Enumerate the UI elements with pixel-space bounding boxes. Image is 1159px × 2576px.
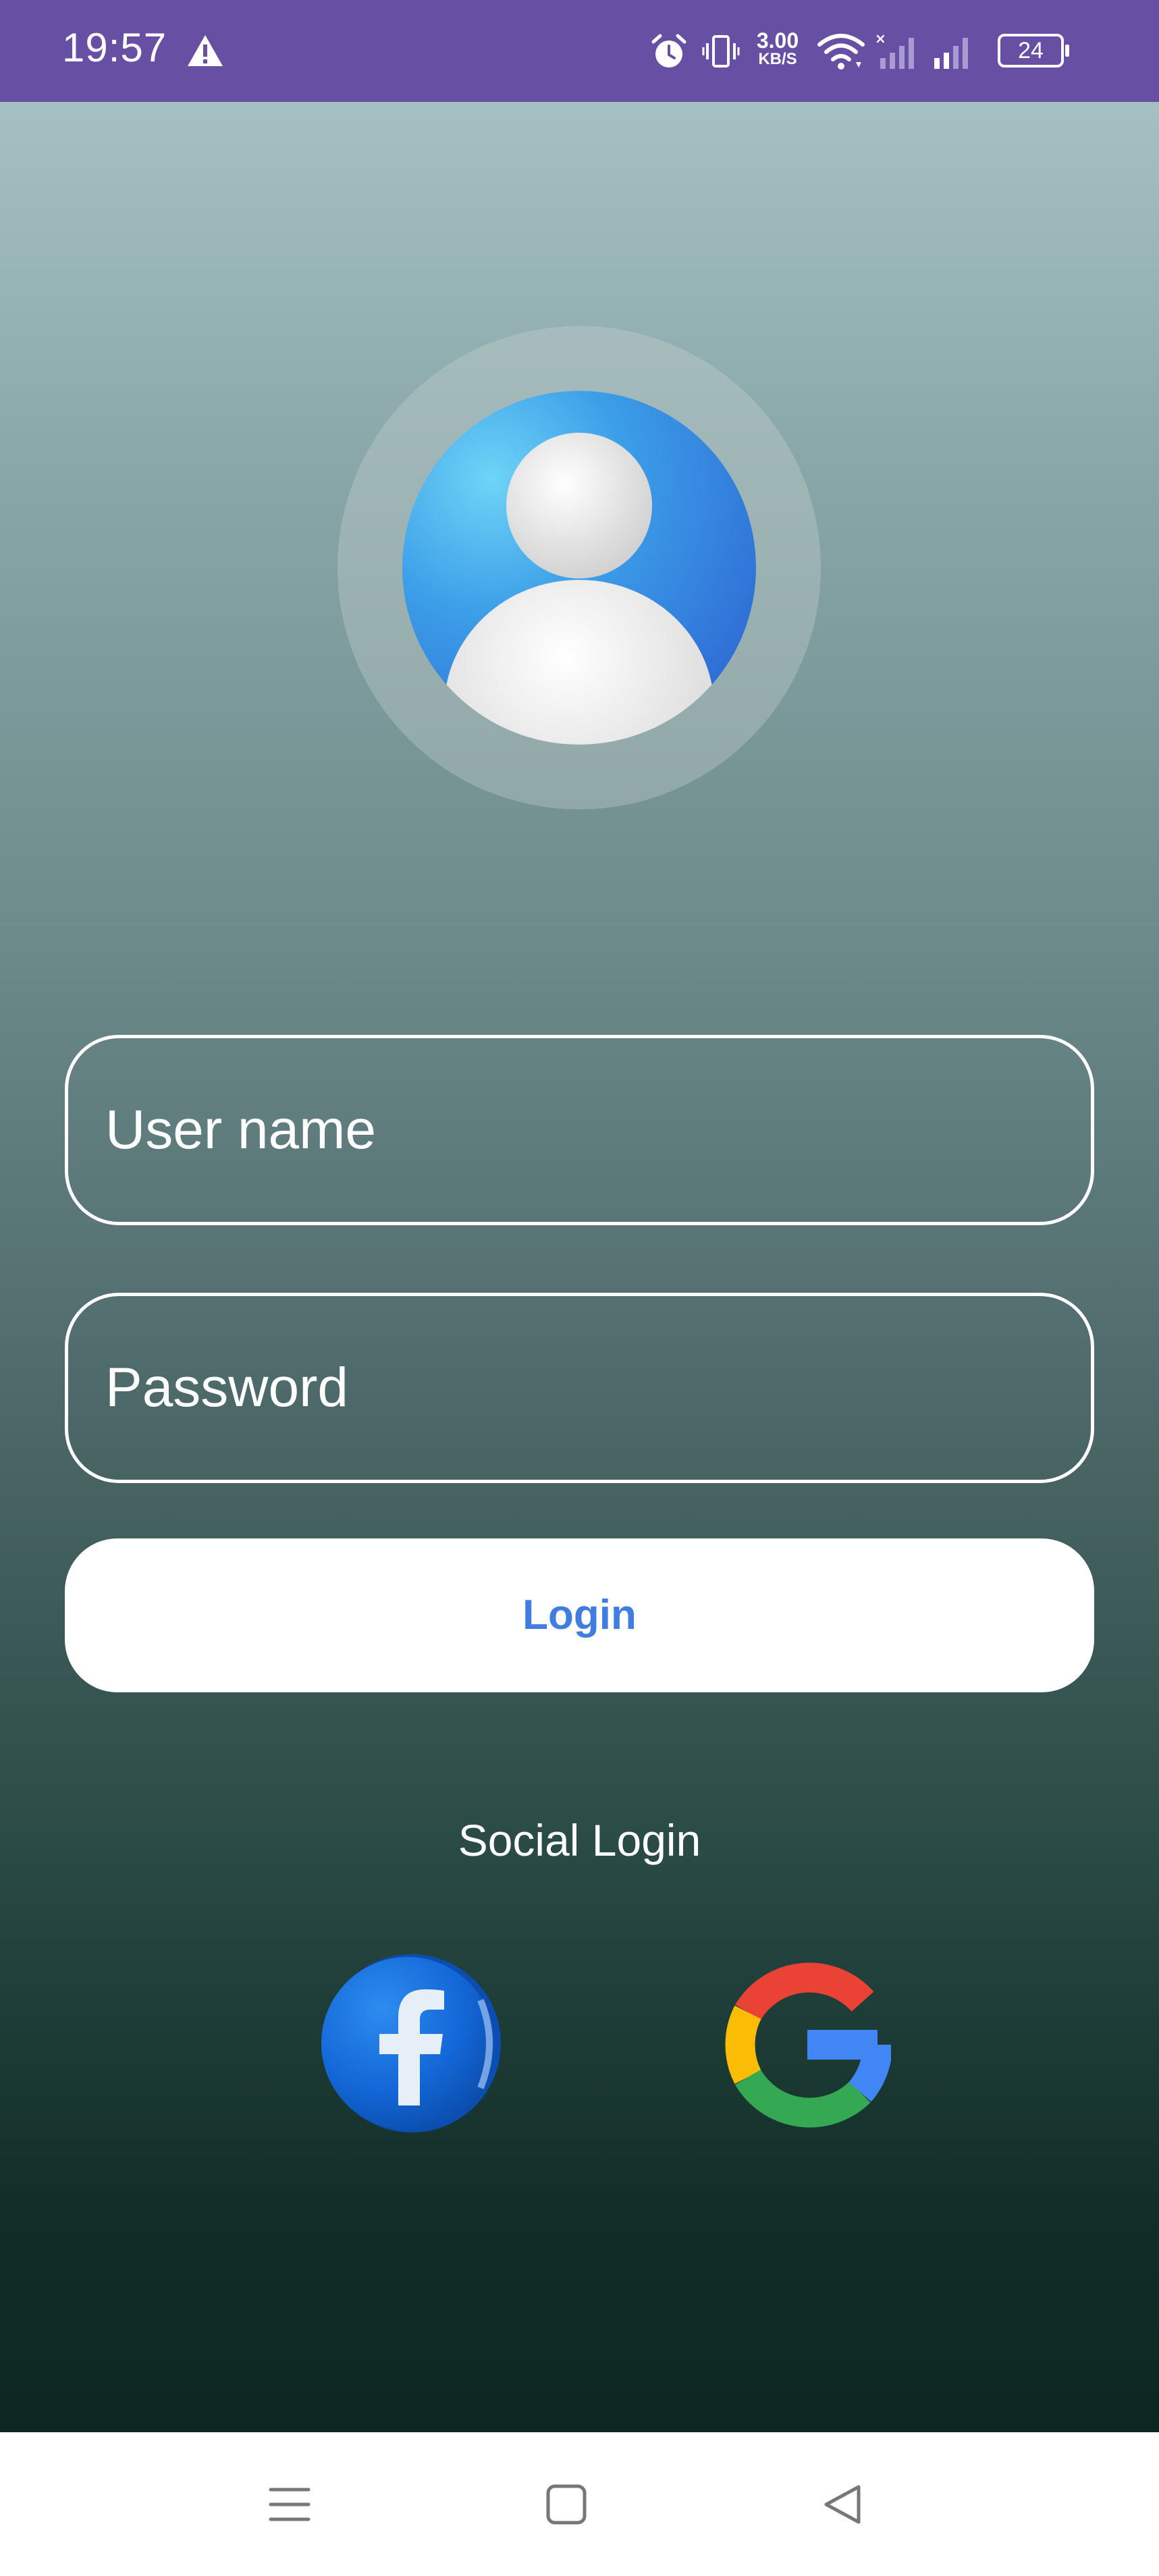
net-speed-value: 3.00 [756, 28, 799, 53]
svg-text:×: × [875, 31, 886, 47]
google-icon[interactable] [721, 1960, 891, 2130]
vibrate-icon [702, 35, 740, 68]
nav-home-button[interactable] [465, 2432, 668, 2576]
alarm-icon [651, 34, 686, 68]
status-time: 19:57 [62, 25, 167, 70]
menu-icon [269, 2488, 311, 2521]
net-speed-unit: KB/S [758, 50, 797, 68]
password-field[interactable] [65, 1293, 1094, 1483]
status-bar: 19:57 3.00 KB/S × 24 [0, 0, 1159, 102]
password-input[interactable] [105, 1296, 1050, 1480]
user-avatar-icon [402, 391, 756, 745]
username-input[interactable] [105, 1038, 1050, 1222]
battery-level: 24 [1018, 38, 1044, 63]
wifi-icon [817, 34, 865, 70]
login-button[interactable]: Login [65, 1538, 1094, 1692]
signal-2-icon [934, 38, 968, 69]
nav-menu-button[interactable] [188, 2432, 391, 2576]
signal-1-icon: × [875, 31, 914, 69]
nav-bar [0, 2432, 1159, 2576]
back-icon [824, 2485, 861, 2523]
login-screen: 19:57 3.00 KB/S × 24 User name Login Soc… [0, 0, 1159, 2576]
battery-icon: 24 [998, 34, 1069, 68]
home-icon [546, 2484, 587, 2524]
nav-back-button[interactable] [741, 2432, 944, 2576]
social-login-label: Social Login [458, 1815, 701, 1865]
username-field[interactable] [65, 1035, 1094, 1225]
net-speed: 3.00 KB/S [751, 30, 805, 68]
alert-icon [188, 35, 223, 66]
login-main: Login Social Login [0, 102, 1159, 2432]
facebook-icon[interactable] [321, 1953, 502, 2134]
